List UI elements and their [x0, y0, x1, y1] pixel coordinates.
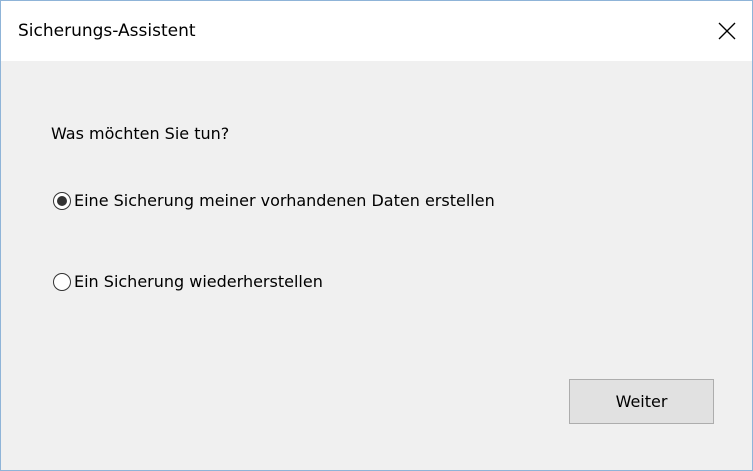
close-icon: [718, 22, 736, 40]
close-button[interactable]: [702, 1, 752, 61]
radio-button[interactable]: [53, 272, 71, 291]
window-title: Sicherungs-Assistent: [18, 21, 196, 41]
next-button[interactable]: Weiter: [569, 379, 714, 424]
option-label[interactable]: Ein Sicherung wiederherstellen: [74, 272, 323, 291]
title-bar[interactable]: Sicherungs-Assistent: [1, 1, 752, 61]
option-label[interactable]: Eine Sicherung meiner vorhandenen Daten …: [74, 191, 495, 210]
option-restore-backup[interactable]: Ein Sicherung wiederherstellen: [53, 272, 323, 291]
option-create-backup[interactable]: Eine Sicherung meiner vorhandenen Daten …: [53, 191, 495, 210]
radio-button-selected[interactable]: [53, 191, 71, 210]
radio-dot: [57, 195, 67, 206]
backup-wizard-window: Sicherungs-Assistent Was möchten Sie tun…: [0, 0, 753, 471]
question-label: Was möchten Sie tun?: [51, 124, 230, 143]
